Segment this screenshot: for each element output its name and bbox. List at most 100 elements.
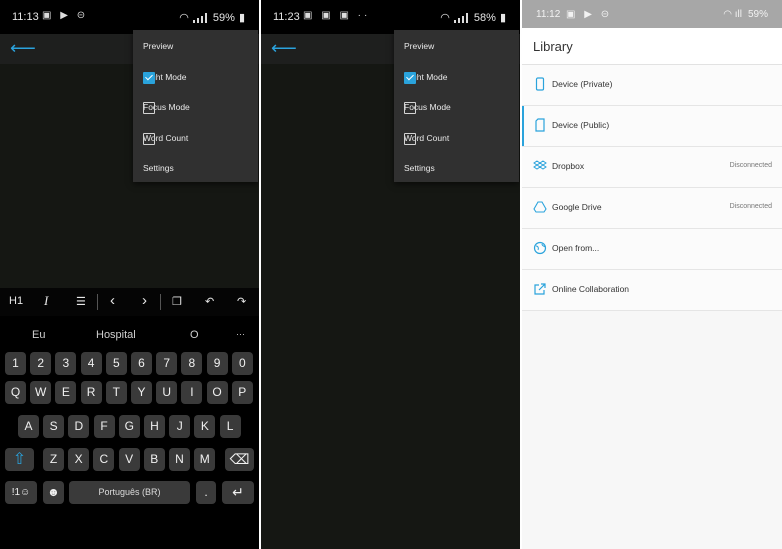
key-4[interactable]: 4 [80, 352, 102, 375]
library-item-dropbox[interactable]: Dropbox Disconnected [522, 147, 782, 188]
checkbox-unchecked[interactable] [404, 132, 416, 145]
key-1[interactable]: 1 [5, 352, 26, 375]
menu-item-night-mode[interactable]: Night Mode [394, 61, 519, 91]
key-i[interactable]: I [181, 381, 203, 404]
library-item-label: Open from... [552, 243, 600, 253]
library-item-label: Device (Private) [552, 79, 613, 89]
key-s[interactable]: S [43, 415, 65, 438]
redo-icon[interactable]: ↷ [237, 295, 246, 308]
emoji-key[interactable]: ☻ [43, 481, 64, 504]
key-8[interactable]: 8 [181, 352, 203, 375]
menu-item-settings[interactable]: Settings [394, 152, 519, 182]
checkbox-unchecked[interactable] [143, 102, 155, 114]
status-bar: 11:23 ▣ ▣ ▣ ·· ◠ 58% ▮ [261, 0, 520, 34]
key-y[interactable]: Y [131, 381, 152, 404]
menu-item-focus-mode[interactable]: Focus Mode [133, 91, 258, 121]
key-u[interactable]: U [156, 381, 178, 404]
suggestion-2[interactable]: Hospital [96, 329, 136, 341]
key-p[interactable]: P [231, 381, 253, 404]
status-time: 11:13 [12, 11, 39, 23]
menu-item-label: Preview [143, 41, 174, 51]
wifi-icon: ◠ ıll [723, 9, 742, 20]
connection-status: Disconnected [729, 162, 772, 169]
notification-icons: ▣ ▶ ⊝ [42, 10, 89, 21]
checkbox-checked[interactable] [143, 71, 155, 84]
key-q[interactable]: Q [5, 381, 26, 404]
shift-key[interactable]: ⇧ [5, 448, 34, 471]
key-7[interactable]: 7 [156, 352, 178, 375]
key-l[interactable]: L [219, 415, 241, 438]
key-d[interactable]: D [68, 415, 90, 438]
signal-icon [192, 12, 209, 23]
menu-item-word-count[interactable]: Word Count [394, 122, 519, 152]
key-v[interactable]: V [118, 448, 140, 471]
italic-button[interactable]: I [44, 293, 48, 309]
key-n[interactable]: N [169, 448, 190, 471]
overflow-menu: Preview Night Mode Focus Mode Word Count Set… [133, 30, 258, 182]
key-o[interactable]: O [206, 381, 228, 404]
menu-item-settings[interactable]: Settings [133, 152, 258, 182]
menu-item-label: Preview [404, 41, 435, 51]
list-icon[interactable]: ☰ [76, 295, 86, 308]
key-r[interactable]: R [80, 381, 102, 404]
library-item-device-public[interactable]: Device (Public) [522, 106, 782, 147]
chevron-right-icon[interactable]: › [142, 292, 147, 309]
library-item-open-from[interactable]: Open from... [522, 229, 782, 270]
key-3[interactable]: 3 [55, 352, 77, 375]
period-key[interactable]: . [196, 481, 216, 504]
more-suggestions-icon[interactable]: ··· [236, 329, 245, 339]
key-w[interactable]: W [30, 381, 52, 404]
checkbox-unchecked[interactable] [404, 102, 416, 114]
key-j[interactable]: J [169, 415, 191, 438]
key-m[interactable]: M [194, 448, 216, 471]
key-5[interactable]: 5 [105, 352, 127, 375]
key-2[interactable]: 2 [30, 352, 52, 375]
enter-key[interactable]: ↵ [222, 481, 254, 504]
checkbox-unchecked[interactable] [143, 132, 155, 145]
key-z[interactable]: Z [43, 448, 64, 471]
key-a[interactable]: A [18, 415, 39, 438]
menu-item-word-count[interactable]: Word Count [133, 122, 258, 152]
key-x[interactable]: X [68, 448, 90, 471]
key-0[interactable]: 0 [231, 352, 253, 375]
library-item-device-private[interactable]: Device (Private) [522, 65, 782, 106]
selection-indicator [522, 106, 524, 146]
key-h[interactable]: H [144, 415, 165, 438]
menu-item-night-mode[interactable]: Night Mode [133, 61, 258, 91]
suggestion-3[interactable]: O [190, 329, 199, 341]
key-9[interactable]: 9 [206, 352, 228, 375]
back-arrow-icon[interactable]: ⟵ [271, 38, 297, 58]
wifi-icon: ◠ [440, 12, 450, 24]
heading-button[interactable]: H1 [9, 295, 23, 307]
key-b[interactable]: B [143, 448, 165, 471]
undo-icon[interactable]: ↶ [205, 295, 214, 308]
library-item-label: Device (Public) [552, 120, 610, 130]
menu-item-preview[interactable]: Preview [394, 30, 519, 60]
spacebar[interactable]: Português (BR) [69, 481, 190, 504]
copy-icon[interactable]: ❐ [172, 295, 182, 308]
checkbox-checked[interactable] [404, 71, 416, 84]
key-f[interactable]: F [93, 415, 115, 438]
chevron-left-icon[interactable]: ‹ [110, 292, 115, 309]
suggestion-1[interactable]: Eu [32, 329, 45, 341]
key-c[interactable]: C [93, 448, 115, 471]
editor-screen-keyboard: 11:13 ▣ ▶ ⊝ ◠ 59% ▮ ⟵ Preview Night Mode F… [0, 0, 259, 549]
key-e[interactable]: E [55, 381, 77, 404]
google-drive-icon [533, 200, 547, 214]
notification-icons: ▣ ▶ ⊝ [566, 9, 613, 20]
back-arrow-icon[interactable]: ⟵ [10, 38, 36, 58]
key-t[interactable]: T [105, 381, 127, 404]
backspace-key[interactable]: ⌫ [225, 448, 254, 471]
key-k[interactable]: K [194, 415, 216, 438]
menu-item-preview[interactable]: Preview [133, 30, 258, 60]
library-item-google-drive[interactable]: Google Drive Disconnected [522, 188, 782, 229]
symbols-key[interactable]: !1☺ [5, 481, 37, 504]
menu-item-focus-mode[interactable]: Focus Mode [394, 91, 519, 121]
key-6[interactable]: 6 [131, 352, 152, 375]
phone-icon [533, 77, 547, 91]
library-item-label: Dropbox [552, 161, 585, 171]
dropbox-icon [533, 159, 547, 173]
library-item-online-collaboration[interactable]: Online Collaboration [522, 270, 782, 311]
menu-item-label: Settings [143, 163, 174, 173]
key-g[interactable]: G [118, 415, 140, 438]
